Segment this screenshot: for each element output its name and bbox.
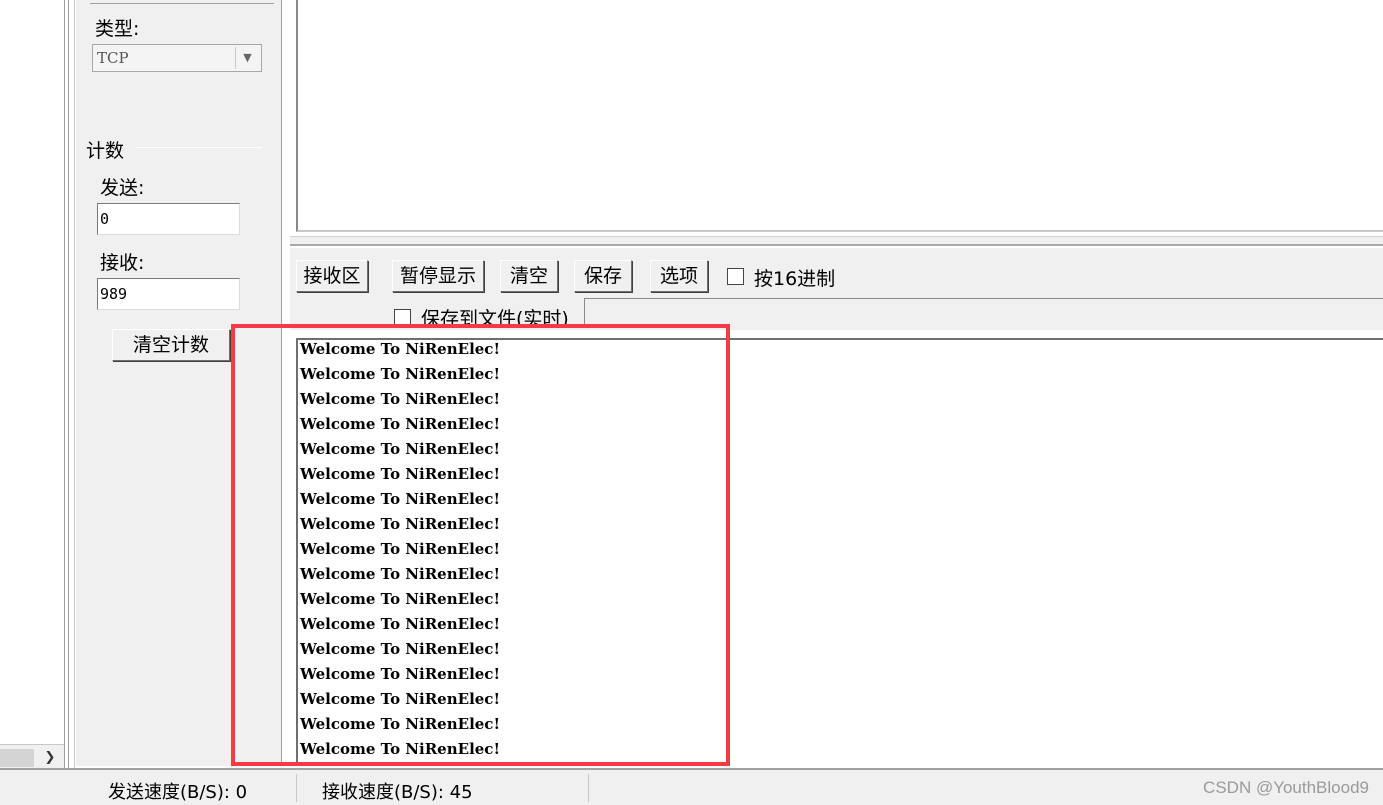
pane-divider-2	[68, 0, 69, 772]
save-button[interactable]: 保存	[574, 260, 632, 292]
status-separator	[296, 774, 297, 802]
hex-checkbox[interactable]	[727, 268, 744, 285]
recv-count-label: 接收:	[100, 252, 145, 274]
recv-speed-status: 接收速度(B/S): 45	[322, 782, 473, 803]
watermark: CSDN @YouthBlood9	[1203, 778, 1369, 797]
status-separator-2	[588, 774, 589, 802]
clear-button[interactable]: 清空	[500, 260, 558, 292]
pause-display-button[interactable]: 暂停显示	[392, 260, 484, 292]
options-button[interactable]: 选项	[650, 260, 708, 292]
send-speed-status: 发送速度(B/S): 0	[108, 782, 248, 803]
highlight-box	[231, 324, 730, 766]
hex-checkbox-label: 按16进制	[754, 268, 836, 290]
type-label: 类型:	[95, 18, 140, 40]
count-group-line	[136, 147, 262, 148]
pane-divider	[64, 0, 65, 772]
send-count-label: 发送:	[100, 177, 145, 199]
pane-divider-3	[74, 0, 75, 772]
status-bar: 发送速度(B/S): 0 接收速度(B/S): 45 CSDN @YouthBl…	[0, 768, 1383, 805]
receive-zone-button[interactable]: 接收区	[296, 260, 368, 292]
type-select[interactable]: TCP ▼	[92, 44, 262, 72]
left-pane	[0, 0, 68, 772]
count-group-label: 计数	[86, 140, 125, 162]
scrollbar-thumb[interactable]	[0, 749, 34, 767]
horizontal-scrollbar[interactable]: ❯	[0, 744, 64, 770]
splitter[interactable]	[290, 236, 1383, 246]
scroll-right-arrow-icon[interactable]: ❯	[38, 747, 62, 769]
top-control-edge	[90, 0, 274, 4]
chevron-down-icon[interactable]: ▼	[235, 47, 259, 69]
receive-toolbar: 接收区 暂停显示 清空 保存 选项 按16进制 保存到文件(实时)	[290, 248, 1383, 330]
clear-count-button[interactable]: 清空计数	[112, 329, 230, 361]
type-select-value: TCP	[97, 49, 129, 67]
recv-count-field[interactable]: 989	[97, 278, 240, 310]
send-count-field[interactable]: 0	[97, 203, 240, 235]
send-textarea[interactable]	[296, 0, 1383, 232]
